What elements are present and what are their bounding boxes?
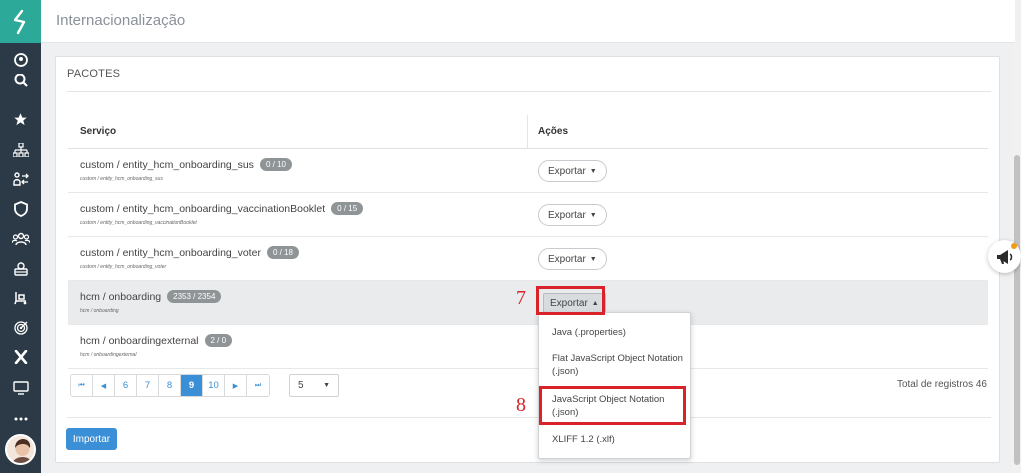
sidebar xyxy=(0,0,41,473)
export-button[interactable]: Exportar ▼ xyxy=(538,204,607,226)
menu-item-flat-json[interactable]: Flat JavaScript Object Notation (.json) xyxy=(552,352,687,378)
table-row: custom / entity_hcm_onboarding_vaccinati… xyxy=(68,193,988,237)
service-subtitle: hcm / onboardingexternal xyxy=(80,352,137,358)
menu-item-java-properties[interactable]: Java (.properties) xyxy=(552,326,687,339)
more-icon[interactable] xyxy=(0,404,41,434)
annotation-step-7: 7 xyxy=(516,287,526,309)
table-row: hcm / onboarding 2353 / 2354 hcm / onboar… xyxy=(68,281,988,325)
scrollbar-thumb[interactable] xyxy=(1014,155,1020,465)
logo-icon[interactable] xyxy=(0,0,41,43)
pagination: ⏮ ◀ 6 7 8 9 10 ▶ ⏭ xyxy=(70,374,270,397)
announcements-button[interactable] xyxy=(988,240,1021,273)
column-header-actions: Ações xyxy=(538,126,569,137)
star-icon[interactable] xyxy=(0,104,41,134)
briefcase-icon[interactable] xyxy=(0,254,41,284)
avatar[interactable] xyxy=(5,434,36,465)
people-transfer-icon[interactable] xyxy=(0,164,41,194)
notification-dot xyxy=(1011,243,1017,249)
last-page-button[interactable]: ⏭ xyxy=(247,375,269,396)
count-badge: 0 / 10 xyxy=(259,158,292,171)
org-chart-icon[interactable] xyxy=(0,135,41,165)
service-subtitle: hcm / onboarding xyxy=(80,308,119,314)
menu-item-xliff[interactable]: XLIFF 1.2 (.xlf) xyxy=(552,433,687,446)
last-page-icon: ⏭ xyxy=(254,381,262,389)
current-page-button[interactable]: 9 xyxy=(181,375,203,396)
count-badge: 2353 / 2354 xyxy=(167,290,222,303)
megaphone-icon xyxy=(996,249,1012,264)
service-name: hcm / onboardingexternal xyxy=(80,334,199,347)
page-button[interactable]: 7 xyxy=(137,375,159,396)
count-badge: 0 / 18 xyxy=(266,246,299,259)
service-name: hcm / onboarding xyxy=(80,290,162,303)
monitor-icon[interactable] xyxy=(0,373,41,403)
import-button[interactable]: Importar xyxy=(66,428,117,450)
divider xyxy=(67,417,991,418)
page-title: Internacionalização xyxy=(56,12,186,29)
page-size-select[interactable]: 5 ▼ xyxy=(289,374,339,397)
caret-down-icon: ▼ xyxy=(589,167,597,175)
page-button[interactable]: 10 xyxy=(203,375,225,396)
next-page-icon: ▶ xyxy=(232,382,239,390)
shield-icon[interactable] xyxy=(0,194,41,224)
count-badge: 0 / 15 xyxy=(331,202,364,215)
service-subtitle: custom / entity_hcm_onboarding_vaccinati… xyxy=(80,220,197,226)
service-subtitle: custom / entity_hcm_onboarding_sus xyxy=(80,176,163,182)
export-button[interactable]: Exportar ▼ xyxy=(538,160,607,182)
previous-page-button[interactable]: ◀ xyxy=(93,375,115,396)
caret-down-icon: ▼ xyxy=(323,382,330,389)
previous-page-icon: ◀ xyxy=(100,382,107,390)
column-header-service[interactable]: Serviço xyxy=(68,115,528,148)
page-header: Internacionalização xyxy=(41,0,1015,43)
target-icon[interactable] xyxy=(0,313,41,343)
packages-panel: PACOTES Serviço Ações custom / entity_hc… xyxy=(55,56,1000,463)
page-button[interactable]: 8 xyxy=(159,375,181,396)
caret-down-icon: ▼ xyxy=(589,211,597,219)
first-page-button[interactable]: ⏮ xyxy=(71,375,93,396)
total-records: Total de registros 46 xyxy=(896,379,987,390)
export-button[interactable]: Exportar ▼ xyxy=(538,248,607,270)
table-row: custom / entity_hcm_onboarding_sus 0 / 10… xyxy=(68,149,988,193)
next-page-button[interactable]: ▶ xyxy=(225,375,247,396)
annotation-box-export xyxy=(536,286,605,315)
service-name: custom / entity_hcm_onboarding_voter xyxy=(80,246,261,259)
service-subtitle: custom / entity_hcm_onboarding_voter xyxy=(80,264,167,270)
annotation-box-json xyxy=(539,386,686,425)
x-icon[interactable] xyxy=(0,342,41,372)
team-icon[interactable] xyxy=(0,224,41,254)
first-page-icon: ⏮ xyxy=(78,381,85,389)
table-row: custom / entity_hcm_onboarding_voter 0 / … xyxy=(68,237,988,281)
page-button[interactable]: 6 xyxy=(115,375,137,396)
search-icon[interactable] xyxy=(0,74,41,92)
caret-down-icon: ▼ xyxy=(589,255,597,263)
divider xyxy=(67,91,991,92)
annotation-step-8: 8 xyxy=(516,394,526,416)
handcart-icon[interactable] xyxy=(0,283,41,313)
count-badge: 2 / 0 xyxy=(204,334,233,347)
service-name: custom / entity_hcm_onboarding_sus xyxy=(80,158,254,171)
user-circle-icon[interactable] xyxy=(0,45,41,75)
table-row: hcm / onboardingexternal 2 / 0 hcm / onbo… xyxy=(68,325,988,369)
panel-title: PACOTES xyxy=(67,68,121,80)
service-name: custom / entity_hcm_onboarding_vaccinati… xyxy=(80,202,326,215)
